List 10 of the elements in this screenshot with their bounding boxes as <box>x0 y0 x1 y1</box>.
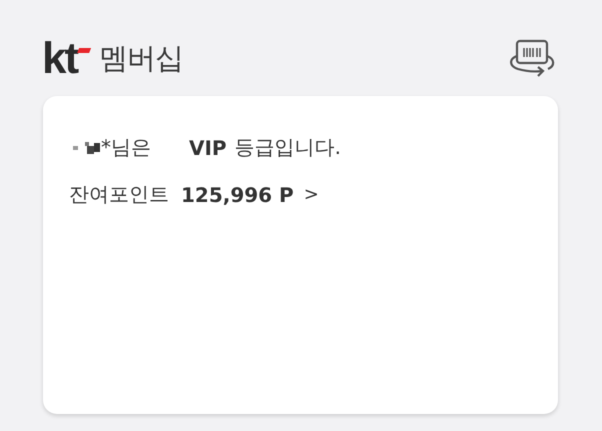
points-arrow[interactable]: > <box>304 184 319 205</box>
name-suffix: *님은 <box>101 134 151 161</box>
grade-text: 등급입니다. <box>234 134 341 161</box>
redacted-name-drawing <box>73 140 101 156</box>
points-value[interactable]: 125,996 P <box>181 182 294 206</box>
page-title: 멤버십 <box>99 40 184 77</box>
logo-stripe <box>77 48 92 53</box>
points-label: 잔여포인트 <box>69 181 169 208</box>
grade-label: VIP <box>189 136 227 160</box>
kt-logo: kt <box>42 36 78 82</box>
